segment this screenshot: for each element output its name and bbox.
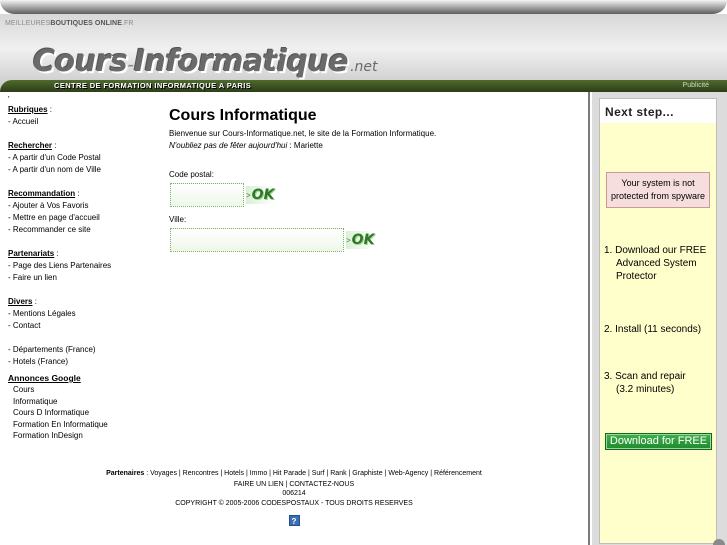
ad-step-2: 2. Install (11 seconds)	[604, 324, 702, 335]
ville-ok-button[interactable]: > OK	[346, 231, 375, 249]
fete-name: : Mariette	[287, 141, 323, 150]
code-postal-row: > OK	[169, 183, 579, 209]
subtitle-bar: CENTRE DE FORMATION INFORMATIQUE A PARIS…	[0, 80, 727, 92]
ad-warning-box: Your system is not protected from spywar…	[606, 172, 710, 208]
section-sep: :	[32, 297, 37, 306]
sidebar-item-page-accueil[interactable]: - Mettre en page d'accueil	[8, 212, 158, 224]
section-partenariats: Partenariats : - Page des Liens Partenai…	[8, 248, 158, 284]
sidebar-item-accueil[interactable]: - Accueil	[8, 116, 158, 128]
ville-input[interactable]	[170, 228, 344, 252]
partner-label-prefix: MEILLEURES	[5, 20, 51, 27]
section-rubriques: Rubriques : - Accueil	[8, 104, 158, 128]
code-postal-label: Code postal:	[169, 170, 214, 179]
page-title: Cours Informatique	[169, 107, 317, 124]
corner-tab	[713, 539, 725, 545]
ad-heading: Next step...	[600, 99, 716, 123]
ad-step-3-line2: (3.2 minutes)	[616, 384, 675, 395]
ok-label: OK	[251, 187, 275, 203]
section-divers: Divers : - Mentions Légales - Contact	[8, 296, 158, 332]
ad-step-3-line1: 3. Scan and repair	[604, 371, 686, 382]
page-footer: Partenaires : Voyages | Rencontres | Hot…	[0, 468, 588, 528]
partner-label-bold: BOUTIQUES ONLINE	[50, 20, 122, 27]
intro-text: Bienvenue sur Cours-Informatique.net, le…	[169, 129, 437, 138]
ad-step-1-line1: 1. Download our FREE	[604, 245, 707, 256]
partner-label-suffix: .FR	[121, 20, 134, 27]
main-content: Cours Informatique Bienvenue sur Cours-I…	[169, 106, 579, 254]
sidebar-item-favoris[interactable]: - Ajouter à Vos Favoris	[8, 200, 158, 212]
partners-label: Partenaires	[106, 470, 145, 477]
ok-arrow-icon: >	[346, 235, 351, 245]
sidebar-item-recommander[interactable]: - Recommander ce site	[8, 224, 158, 236]
spyware-ad[interactable]: Next step... Your system is not protecte…	[599, 98, 717, 544]
section-recommandation: Recommandation : - Ajouter à Vos Favoris…	[8, 188, 158, 236]
section-sep: :	[47, 105, 53, 114]
sidebar-item-faire-lien[interactable]: - Faire un lien	[8, 272, 158, 284]
sidebar-item-ville[interactable]: - A partir d'un nom de Ville	[8, 164, 158, 176]
code-postal-ok-button[interactable]: > OK	[246, 186, 275, 204]
section-title-partenariats: Partenariats	[8, 249, 55, 258]
footer-links[interactable]: FAIRE UN LIEN | CONTACTEZ-NOUS	[0, 479, 588, 490]
partner-label[interactable]: MEILLEURESBOUTIQUES ONLINE.FR	[5, 20, 134, 27]
fete-text-italic: N'oubliez pas de fêter aujourd'hui	[169, 141, 288, 150]
ok-arrow-icon: >	[246, 190, 251, 200]
section-title-recommandation: Recommandation	[8, 189, 76, 198]
sidebar-item-departements[interactable]: - Départements (France)	[8, 344, 158, 356]
sidebar-item-hotels[interactable]: - Hotels (France)	[8, 356, 158, 368]
sidebar-item-code-postal[interactable]: - A partir d'un Code Postal	[8, 152, 158, 164]
site-subtitle: CENTRE DE FORMATION INFORMATIQUE A PARIS	[54, 81, 252, 90]
site-logo[interactable]: Cours-Informatique .net	[33, 44, 378, 84]
top-bar	[0, 0, 727, 14]
ad-link-cours-d-informatique[interactable]: Cours D Informatique	[8, 407, 158, 419]
help-icon[interactable]: ?	[288, 515, 300, 526]
ville-label: Ville:	[169, 215, 187, 224]
ville-row: > OK	[169, 228, 579, 254]
logo-net: .net	[350, 59, 378, 75]
ad-step-3: 3. Scan and repair (3.2 minutes)	[604, 370, 716, 396]
ad-link-informatique[interactable]: Informatique	[8, 396, 158, 408]
fete-text: N'oubliez pas de fêter aujourd'hui : Mar…	[169, 140, 579, 152]
partners-links[interactable]: : Voyages | Rencontres | Hotels | Immo |…	[144, 470, 482, 477]
ok-label: OK	[351, 232, 375, 248]
section-sep: :	[75, 189, 80, 198]
sidebar-item-liens-partenaires[interactable]: - Page des Liens Partenaires	[8, 260, 158, 272]
logo-dash: -	[127, 54, 134, 76]
logo-informatique: Informatique	[133, 44, 349, 79]
ad-link-formation-en-informatique[interactable]: Formation En Informatique	[8, 419, 158, 431]
sidebar-item-contact[interactable]: - Contact	[8, 320, 158, 332]
publicite-label: Publicité	[682, 82, 709, 89]
code-postal-input[interactable]	[170, 183, 244, 207]
sidebar-item-mentions[interactable]: - Mentions Légales	[8, 308, 158, 320]
partners-line: Partenaires : Voyages | Rencontres | Hot…	[0, 468, 588, 479]
logo-cours: Cours	[33, 44, 128, 79]
ad-link-cours[interactable]: Cours	[8, 384, 158, 396]
left-sidebar: ' Rubriques : - Accueil Rechercher : - A…	[8, 96, 158, 442]
ad-link-formation-indesign[interactable]: Formation InDesign	[8, 430, 158, 442]
ad-step-1: 1. Download our FREE Advanced System Pro…	[604, 244, 716, 283]
annonces-google-title[interactable]: Annonces Google	[8, 372, 158, 384]
section-title-rechercher: Rechercher	[8, 141, 53, 150]
visit-counter: 006214	[282, 490, 306, 497]
ad-step-1-line3: Protector	[616, 271, 657, 282]
section-rechercher: Rechercher : - A partir d'un Code Postal…	[8, 140, 158, 176]
sidebar-dot: '	[8, 95, 10, 104]
download-free-button[interactable]: Download for FREE	[605, 433, 712, 450]
copyright: COPYRIGHT © 2005-2006 CODESPOSTAUX - TOU…	[175, 500, 413, 507]
section-sep: :	[52, 141, 57, 150]
section-title-divers: Divers	[8, 297, 33, 306]
section-sep: :	[54, 249, 59, 258]
section-title-rubriques: Rubriques	[8, 105, 48, 114]
ad-step-1-line2: Advanced System	[616, 258, 697, 269]
